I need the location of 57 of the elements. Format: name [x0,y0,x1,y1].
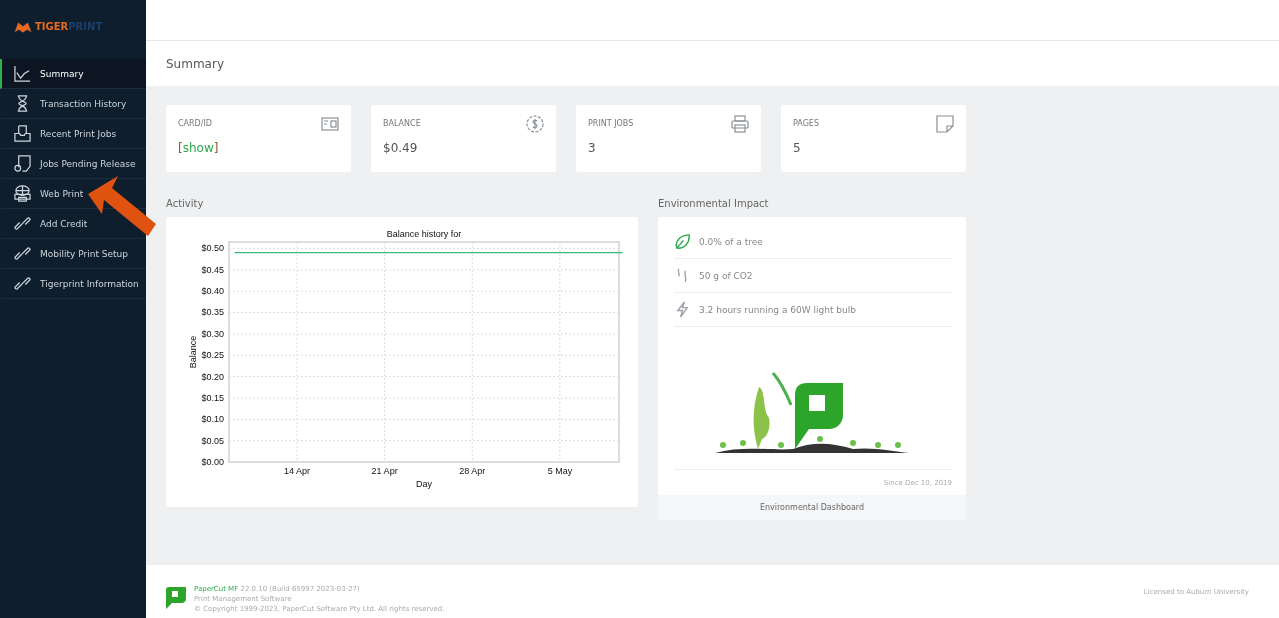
printer-icon [731,115,749,133]
stat-label: PAGES [793,119,819,128]
sidebar-item[interactable]: Web Print [14,185,84,202]
stat-value: $0.49 [383,141,419,155]
sidebar-item[interactable]: Jobs Pending Release [14,155,136,172]
logo-text: PRINT [68,21,103,32]
impact-text: 0.0% of a tree [699,236,763,247]
y-tick-label: $0.45 [201,264,224,275]
x-tick-label: 28 Apr [459,466,486,476]
impact-text: 3.2 hours running a 60W light bulb [699,304,856,315]
section-heading: Activity [166,198,205,209]
y-tick-label: $0.00 [201,457,224,467]
lightning-icon [674,301,691,318]
environmental-dashboard-link[interactable]: Environmental Dashboard [658,495,966,520]
sidebar-item[interactable]: Mobility Print Setup [14,245,128,262]
y-tick-label: $0.35 [201,307,224,318]
y-tick-label: $0.20 [201,371,224,382]
sidebar-item[interactable]: Transaction History [14,95,127,112]
y-axis-title: Balance [188,335,198,369]
y-tick-label: $0.50 [201,243,224,254]
y-tick-label: $0.25 [201,350,224,361]
link-icon [14,215,31,232]
logo-text: TIGER [35,21,69,32]
x-tick-label: 5 May [547,466,573,476]
chart-title: Balance history for [386,229,462,239]
stat-label: PRINT JOBS [588,119,634,128]
tiger-logo-icon [13,19,33,34]
x-tick-label: 21 Apr [371,466,398,476]
stat-value: 3 [588,141,597,155]
y-tick-label: $0.30 [201,328,224,339]
y-tick-label: $0.15 [201,392,224,403]
page-clock-icon [14,155,31,172]
page-title: Summary [166,56,224,71]
x-axis-title: Day [416,479,432,489]
chart-icon [14,65,31,82]
id-card-icon [321,115,339,133]
y-tick-label: $0.10 [201,414,224,425]
stat-label: BALANCE [383,119,421,128]
link-icon [14,245,31,262]
sidebar-item[interactable]: Add Credit [14,215,88,232]
sidebar-item[interactable]: Tigerprint Information [14,275,139,292]
y-tick-label: $0.05 [201,435,224,446]
globe-printer-icon [14,185,31,202]
dollar-coin-icon [526,115,544,133]
stat-value: 5 [793,141,802,155]
x-tick-label: 14 Apr [284,466,310,476]
papercut-logo-icon [166,587,186,609]
card-id-value: [show] [178,141,220,155]
section-heading: Environmental Impact [658,198,770,209]
sidebar-item[interactable]: Recent Print Jobs [14,125,117,142]
y-tick-label: $0.40 [201,286,224,297]
impact-text: 50 g of CO2 [699,270,753,281]
inbox-tray-icon [14,125,31,142]
page-icon [936,115,954,133]
leaf-icon [674,233,691,250]
stat-label: CARD/ID [178,119,212,128]
link-icon [14,275,31,292]
